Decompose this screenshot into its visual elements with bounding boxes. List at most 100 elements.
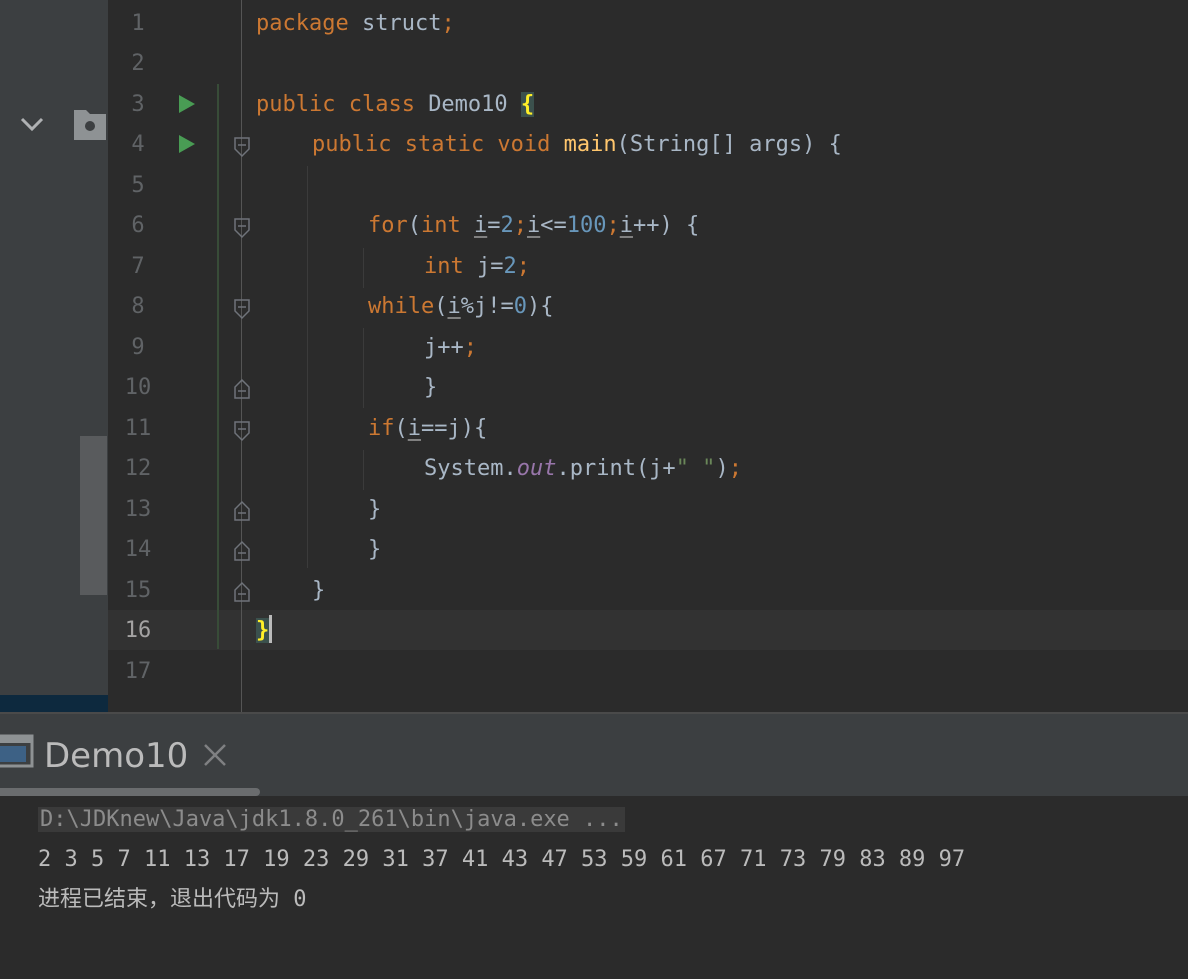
- line-number: 6: [131, 213, 145, 238]
- code-line-6[interactable]: for(int i=2;i<=100;i++) {: [368, 206, 699, 246]
- matched-brace: {: [520, 92, 535, 117]
- static-field: out: [516, 456, 557, 481]
- code-line-15[interactable]: }: [312, 571, 325, 611]
- line-number: 14: [124, 537, 152, 562]
- fold-open-icon[interactable]: [233, 298, 251, 320]
- keyword: int: [424, 254, 477, 279]
- keyword: public class: [256, 92, 429, 117]
- folder-icon[interactable]: [72, 106, 108, 142]
- code-text: (: [394, 416, 408, 441]
- code-line-16[interactable]: }: [256, 611, 273, 651]
- punctuation: ;: [728, 456, 742, 481]
- code-text: <=: [540, 213, 567, 238]
- identifier: Demo10: [428, 92, 521, 117]
- code-line-12[interactable]: System.out.print(j+" ");: [424, 449, 742, 489]
- variable: i: [473, 213, 488, 238]
- code-text: (: [407, 213, 421, 238]
- code-line-7[interactable]: int j=2;: [424, 247, 530, 287]
- variable: i: [407, 416, 421, 441]
- code-line-11[interactable]: if(i==j){: [368, 409, 487, 449]
- command-text[interactable]: D:\JDKnew\Java\jdk1.8.0_261\bin\java.exe…: [38, 807, 625, 832]
- keyword: package: [256, 11, 362, 36]
- line-number: 1: [131, 11, 145, 36]
- code-text: =: [487, 213, 501, 238]
- code-line-14[interactable]: }: [368, 530, 381, 570]
- code-text: (: [434, 294, 448, 319]
- run-triangle-icon[interactable]: [178, 94, 196, 114]
- fold-close-icon[interactable]: [233, 540, 251, 562]
- keyword: for: [368, 213, 408, 238]
- variable: i: [447, 294, 461, 319]
- line-number: 13: [124, 497, 152, 522]
- fold-open-icon[interactable]: [233, 136, 251, 158]
- matched-brace: }: [256, 618, 270, 643]
- variable: i: [526, 213, 541, 238]
- line-number: 3: [131, 92, 145, 117]
- code-text: ): [715, 456, 729, 481]
- punctuation: ;: [463, 335, 477, 360]
- line-number: 2: [131, 51, 145, 76]
- run-triangle-icon[interactable]: [178, 134, 196, 154]
- punctuation: ;: [513, 213, 527, 238]
- console-output[interactable]: D:\JDKnew\Java\jdk1.8.0_261\bin\java.exe…: [0, 796, 1188, 979]
- text-caret: [269, 615, 273, 643]
- run-tab-label[interactable]: Demo10: [44, 734, 188, 778]
- gutter-separator: [241, 0, 242, 712]
- keyword: while: [368, 294, 435, 319]
- project-panel: [0, 0, 108, 712]
- code-line-1[interactable]: package struct;: [256, 4, 455, 44]
- code-editor[interactable]: 1 2 3 4 5 6 7 8 9 10 11 12 13 14 15 16 1…: [108, 0, 1188, 712]
- variable: i: [619, 213, 633, 238]
- line-number: 11: [124, 416, 152, 441]
- code-text: ++) {: [632, 213, 700, 238]
- console-command-line[interactable]: D:\JDKnew\Java\jdk1.8.0_261\bin\java.exe…: [38, 800, 625, 840]
- code-line-9[interactable]: j++;: [424, 328, 477, 368]
- code-line-13[interactable]: }: [368, 490, 381, 530]
- code-line-3[interactable]: public class Demo10 {: [256, 85, 535, 125]
- fold-open-icon[interactable]: [233, 217, 251, 239]
- keyword: if: [368, 416, 395, 441]
- code-line-8[interactable]: while(i%j!=0){: [368, 287, 553, 327]
- line-number: 5: [131, 173, 145, 198]
- line-number: 4: [131, 132, 145, 157]
- code-text: (String[] args) {: [616, 132, 842, 157]
- keyword: int: [421, 213, 474, 238]
- punctuation: ;: [516, 254, 530, 279]
- console-exit-message: 进程已结束，退出代码为 0: [38, 887, 307, 912]
- number: 2: [500, 213, 514, 238]
- vcs-change-marker: [217, 84, 219, 649]
- punctuation: ;: [606, 213, 620, 238]
- indent-guide: [363, 248, 364, 288]
- line-number: 10: [124, 375, 152, 400]
- indent-guide: [307, 166, 308, 568]
- fold-close-icon[interactable]: [233, 500, 251, 522]
- line-number-current: 16: [124, 618, 152, 643]
- code-text: .print(j+: [556, 456, 676, 481]
- fold-close-icon[interactable]: [233, 378, 251, 400]
- code-text: ==j){: [421, 416, 488, 441]
- run-tab-scrollbar[interactable]: [0, 788, 260, 796]
- code-text: System.: [424, 456, 517, 481]
- code-text: j++: [424, 335, 464, 360]
- line-number: 12: [124, 456, 152, 481]
- fold-close-icon[interactable]: [233, 581, 251, 603]
- code-line-10[interactable]: }: [424, 368, 437, 408]
- close-icon[interactable]: [200, 740, 230, 770]
- string-literal: " ": [675, 456, 716, 481]
- line-number: 17: [124, 659, 152, 684]
- number: 0: [513, 294, 527, 319]
- code-line-4[interactable]: public static void main(String[] args) {: [312, 125, 842, 165]
- code-text: ){: [526, 294, 554, 319]
- line-number: 7: [131, 254, 145, 279]
- code-text: %j!=: [460, 294, 514, 319]
- keyword: public static void: [312, 132, 564, 157]
- line-number: 8: [131, 294, 145, 319]
- code-text: j=: [476, 254, 504, 279]
- indent-guide: [363, 328, 364, 408]
- console-output-line: 2 3 5 7 11 13 17 19 23 29 31 37 41 43 47…: [38, 847, 966, 872]
- project-panel-scrollbar[interactable]: [80, 436, 107, 595]
- project-selected-row[interactable]: [0, 695, 108, 712]
- fold-open-icon[interactable]: [233, 420, 251, 442]
- chevron-down-icon[interactable]: [18, 112, 46, 136]
- number: 2: [503, 254, 517, 279]
